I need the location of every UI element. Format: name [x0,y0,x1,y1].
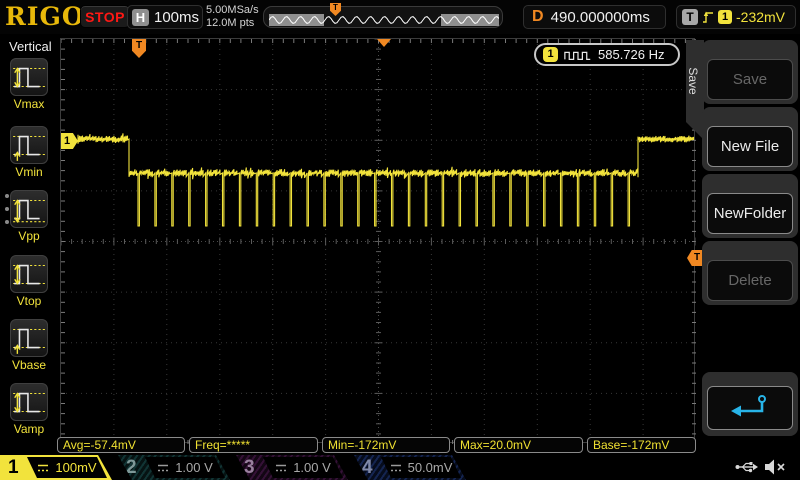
memory-wave-icon [269,16,499,24]
measurement-max: Max=20.0mV [454,437,583,453]
measurement-base: Base=-172mV [587,437,696,453]
rising-edge-icon [703,11,713,23]
usb-icon [735,462,758,473]
top-status-bar: RIGOL STOP H 100ms 5.00MSa/s 12.0M pts T… [0,0,800,34]
dc-coupling-icon [390,463,402,473]
new-folder-button[interactable]: NewFolder [707,193,793,234]
menu-item-vmin[interactable]: Vmin [0,126,58,179]
measurement-avg: Avg=-57.4mV [57,437,185,453]
delay-readout: D 490.000000ms [523,5,666,29]
trigger-level-value: -232mV [736,9,786,25]
new-file-button[interactable]: New File [707,126,793,167]
menu-title: Vertical [9,39,52,54]
vamp-icon [10,383,48,421]
grid-and-trace [61,39,696,444]
delay-value: 490.000000ms [550,8,650,26]
channel-status-bar: 1 100mV 2 1.00 V 3 1.00 V 4 50.0mV [0,455,800,480]
measurement-results-bar: Avg=-57.4mV Freq=***** Min=-172mV Max=20… [0,437,800,454]
menu-item-vbase[interactable]: Vbase [0,319,58,372]
channel3-tab[interactable]: 3 1.00 V [236,455,348,480]
frequency-value: 585.726 Hz [598,47,665,62]
back-button[interactable] [707,386,793,430]
trigger-source-badge: 1 [718,10,732,24]
memory-depth: 12.0M pts [206,17,255,29]
dc-coupling-icon [275,463,287,473]
vtop-icon [10,255,48,293]
trigger-badge: T [682,9,698,25]
delay-badge: D [532,8,544,25]
right-soft-menu: Save Save New File NewFolder Delete [686,34,800,455]
channel2-tab[interactable]: 2 1.00 V [118,455,230,480]
channel4-tab[interactable]: 4 50.0mV [354,455,466,480]
vbase-icon [10,319,48,357]
save-button[interactable]: Save [707,59,793,100]
oscilloscope-screen: RIGOL STOP H 100ms 5.00MSa/s 12.0M pts T… [0,0,800,480]
run-state-indicator: STOP [80,5,130,28]
horizontal-badge: H [132,8,149,26]
vmax-icon [10,58,48,96]
timebase-value: 100ms [154,8,200,26]
delete-button[interactable]: Delete [707,260,793,301]
vpp-icon [10,190,48,228]
square-wave-icon [564,51,591,60]
menu-group-label: Save [686,67,700,95]
return-arrow-icon [731,395,766,417]
menu-page-dots [5,194,9,233]
vmin-icon [10,126,48,164]
frequency-counter: 1 585.726 Hz [534,43,680,66]
menu-item-vamp[interactable]: Vamp [0,383,58,436]
dc-coupling-icon [37,463,49,473]
dc-coupling-icon [157,463,169,473]
menu-item-vtop[interactable]: Vtop [0,255,58,308]
memory-position-bar: T [263,3,503,28]
measurement-freq: Freq=***** [189,437,318,453]
acquisition-readout: 5.00MSa/s 12.0M pts [206,4,259,30]
left-measure-menu: Vertical Vmax Vmin Vpp Vtop Vbase Vamp [0,34,58,455]
speaker-muted-icon [765,459,785,475]
waveform-display: 1 T T 1 585.726 Hz [60,38,703,444]
counter-channel-badge: 1 [543,47,558,62]
channel1-tab[interactable]: 1 100mV [0,455,112,480]
measurement-min: Min=-172mV [322,437,450,453]
timebase-readout: H 100ms [127,5,203,29]
trigger-readout: T 1 -232mV [676,5,796,29]
sample-rate: 5.00MSa/s [206,4,259,16]
menu-item-vmax[interactable]: Vmax [0,58,58,111]
